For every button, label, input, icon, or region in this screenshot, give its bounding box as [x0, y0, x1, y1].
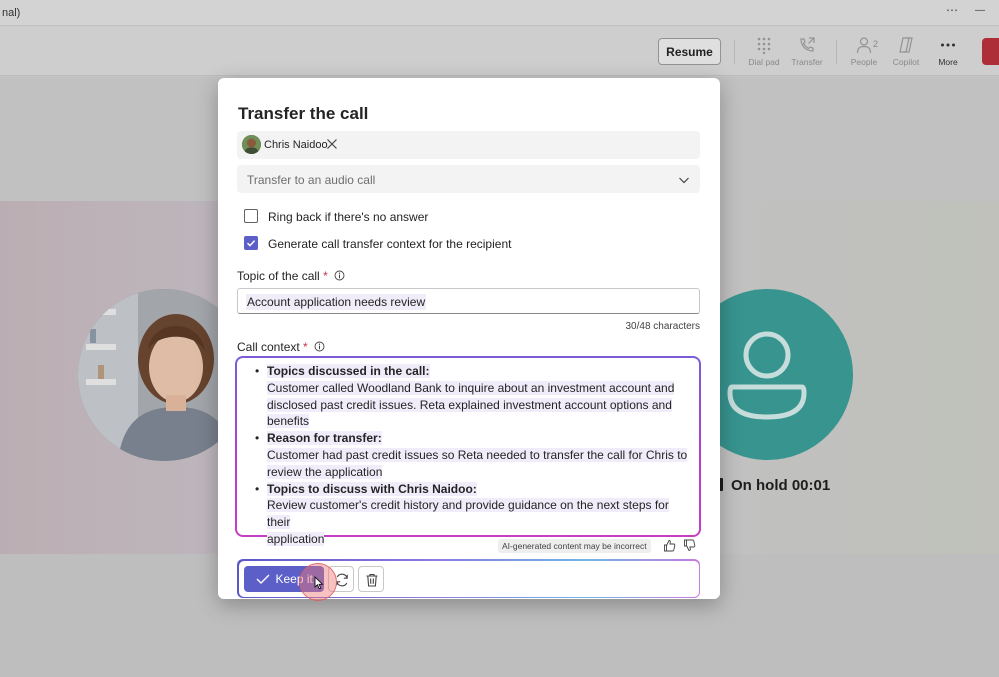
context-item-heading: Topics discussed in the call: [267, 364, 430, 378]
context-item-line: application [267, 531, 325, 546]
bullet: • [255, 431, 260, 446]
mouse-pointer-icon [314, 575, 324, 595]
context-item-line: disclosed past credit issues. Reta expla… [267, 397, 672, 412]
context-item-line: benefits [267, 414, 310, 429]
topic-label: Topic of the call * [237, 269, 345, 283]
window-more-button[interactable]: ⋯ [946, 3, 958, 17]
context-label-text: Call context [237, 340, 300, 354]
thumbs-up-button[interactable] [663, 539, 676, 557]
call-context-textarea[interactable]: • Topics discussed in the call: Customer… [235, 356, 701, 546]
context-item-line: review the application [267, 464, 383, 479]
window-minimize-button[interactable]: — [975, 5, 985, 16]
generate-context-label: Generate call transfer context for the r… [268, 237, 512, 251]
dial-pad-button[interactable]: Dial pad [741, 36, 787, 67]
remove-recipient-button[interactable] [325, 137, 339, 156]
end-call-button[interactable] [982, 38, 999, 65]
window-title: nal) [2, 7, 21, 19]
ai-disclaimer: AI-generated content may be incorrect [498, 539, 651, 553]
context-label: Call context * [237, 340, 325, 354]
info-icon[interactable] [314, 341, 325, 352]
context-item: • Topics discussed in the call: Customer… [247, 363, 689, 430]
resume-button[interactable]: Resume [658, 38, 721, 65]
hold-status-text: On hold 00:01 [731, 477, 831, 494]
context-item: • Topics to discuss with Chris Naidoo: R… [247, 481, 689, 548]
people-count: 2 [873, 39, 879, 49]
context-item-heading: Reason for transfer: [267, 431, 382, 446]
bullet: • [255, 364, 260, 378]
required-marker: * [323, 269, 328, 283]
checkmark-icon [256, 574, 269, 584]
ring-back-checkbox[interactable] [244, 209, 258, 223]
more-label: More [938, 57, 958, 67]
toolbar-divider [836, 40, 837, 64]
trash-icon [366, 573, 377, 587]
dialog-title: Transfer the call [238, 104, 369, 123]
copilot-icon [899, 37, 913, 53]
thumbs-down-button[interactable] [683, 539, 696, 557]
recipient-chip-name: Chris Naidoo [264, 139, 328, 151]
more-icon [941, 43, 955, 47]
people-button[interactable]: 2 People [841, 36, 887, 67]
ai-action-bar: Keep it [237, 559, 700, 601]
topic-label-text: Topic of the call [237, 269, 320, 283]
thumbs-up-icon [664, 540, 676, 552]
transfer-type-dropdown[interactable]: Transfer to an audio call [237, 165, 700, 193]
discard-button[interactable] [357, 565, 384, 592]
transfer-label: Transfer [791, 57, 823, 67]
ring-back-label: Ring back if there's no answer [268, 210, 429, 224]
dial-pad-icon [757, 37, 771, 54]
transfer-button[interactable]: Transfer [784, 36, 830, 67]
required-marker: * [303, 340, 308, 354]
call-toolbar: Resume Dial pad Transfer 2 People Copilo… [0, 26, 999, 76]
window-titlebar: nal) ⋯ — [0, 0, 999, 26]
hold-status: On hold 00:01 [716, 477, 830, 494]
more-button[interactable]: More [925, 36, 971, 67]
topic-input-value: Account application needs review [246, 294, 427, 310]
toolbar-divider [734, 40, 735, 64]
close-icon [327, 139, 337, 149]
people-icon [856, 37, 872, 54]
generate-context-checkbox[interactable] [244, 236, 258, 250]
recipient-picker[interactable]: Chris Naidoo [237, 131, 700, 159]
character-counter: 30/48 characters [625, 321, 701, 332]
dial-pad-label: Dial pad [748, 57, 780, 67]
checkmark-icon [246, 240, 256, 247]
copilot-button[interactable]: Copilot [883, 36, 929, 67]
context-item-line: Customer called Woodland Bank to inquire… [267, 380, 675, 395]
thumbs-down-icon [684, 539, 696, 551]
context-item: • Reason for transfer: Customer had past… [247, 430, 689, 480]
chevron-down-icon [678, 173, 690, 191]
bullet: • [255, 481, 260, 496]
people-label: People [850, 57, 878, 67]
copilot-label: Copilot [892, 57, 920, 67]
ai-action-bar-inner: Keep it [238, 560, 699, 601]
context-item-line: Customer had past credit issues so Reta … [267, 447, 688, 462]
transfer-dialog: Transfer the call Chris Naidoo Transfer … [218, 78, 720, 601]
call-context-content: • Topics discussed in the call: Customer… [237, 358, 699, 546]
recipient-chip-avatar [242, 135, 261, 154]
topic-input[interactable]: Account application needs review [237, 288, 700, 314]
info-icon[interactable] [334, 270, 345, 281]
context-item-line: Review customer's credit history and pro… [267, 498, 669, 530]
transfer-type-value: Transfer to an audio call [247, 173, 376, 187]
context-item-heading: Topics to discuss with Chris Naidoo: [267, 481, 477, 496]
phone-transfer-icon [800, 37, 815, 52]
